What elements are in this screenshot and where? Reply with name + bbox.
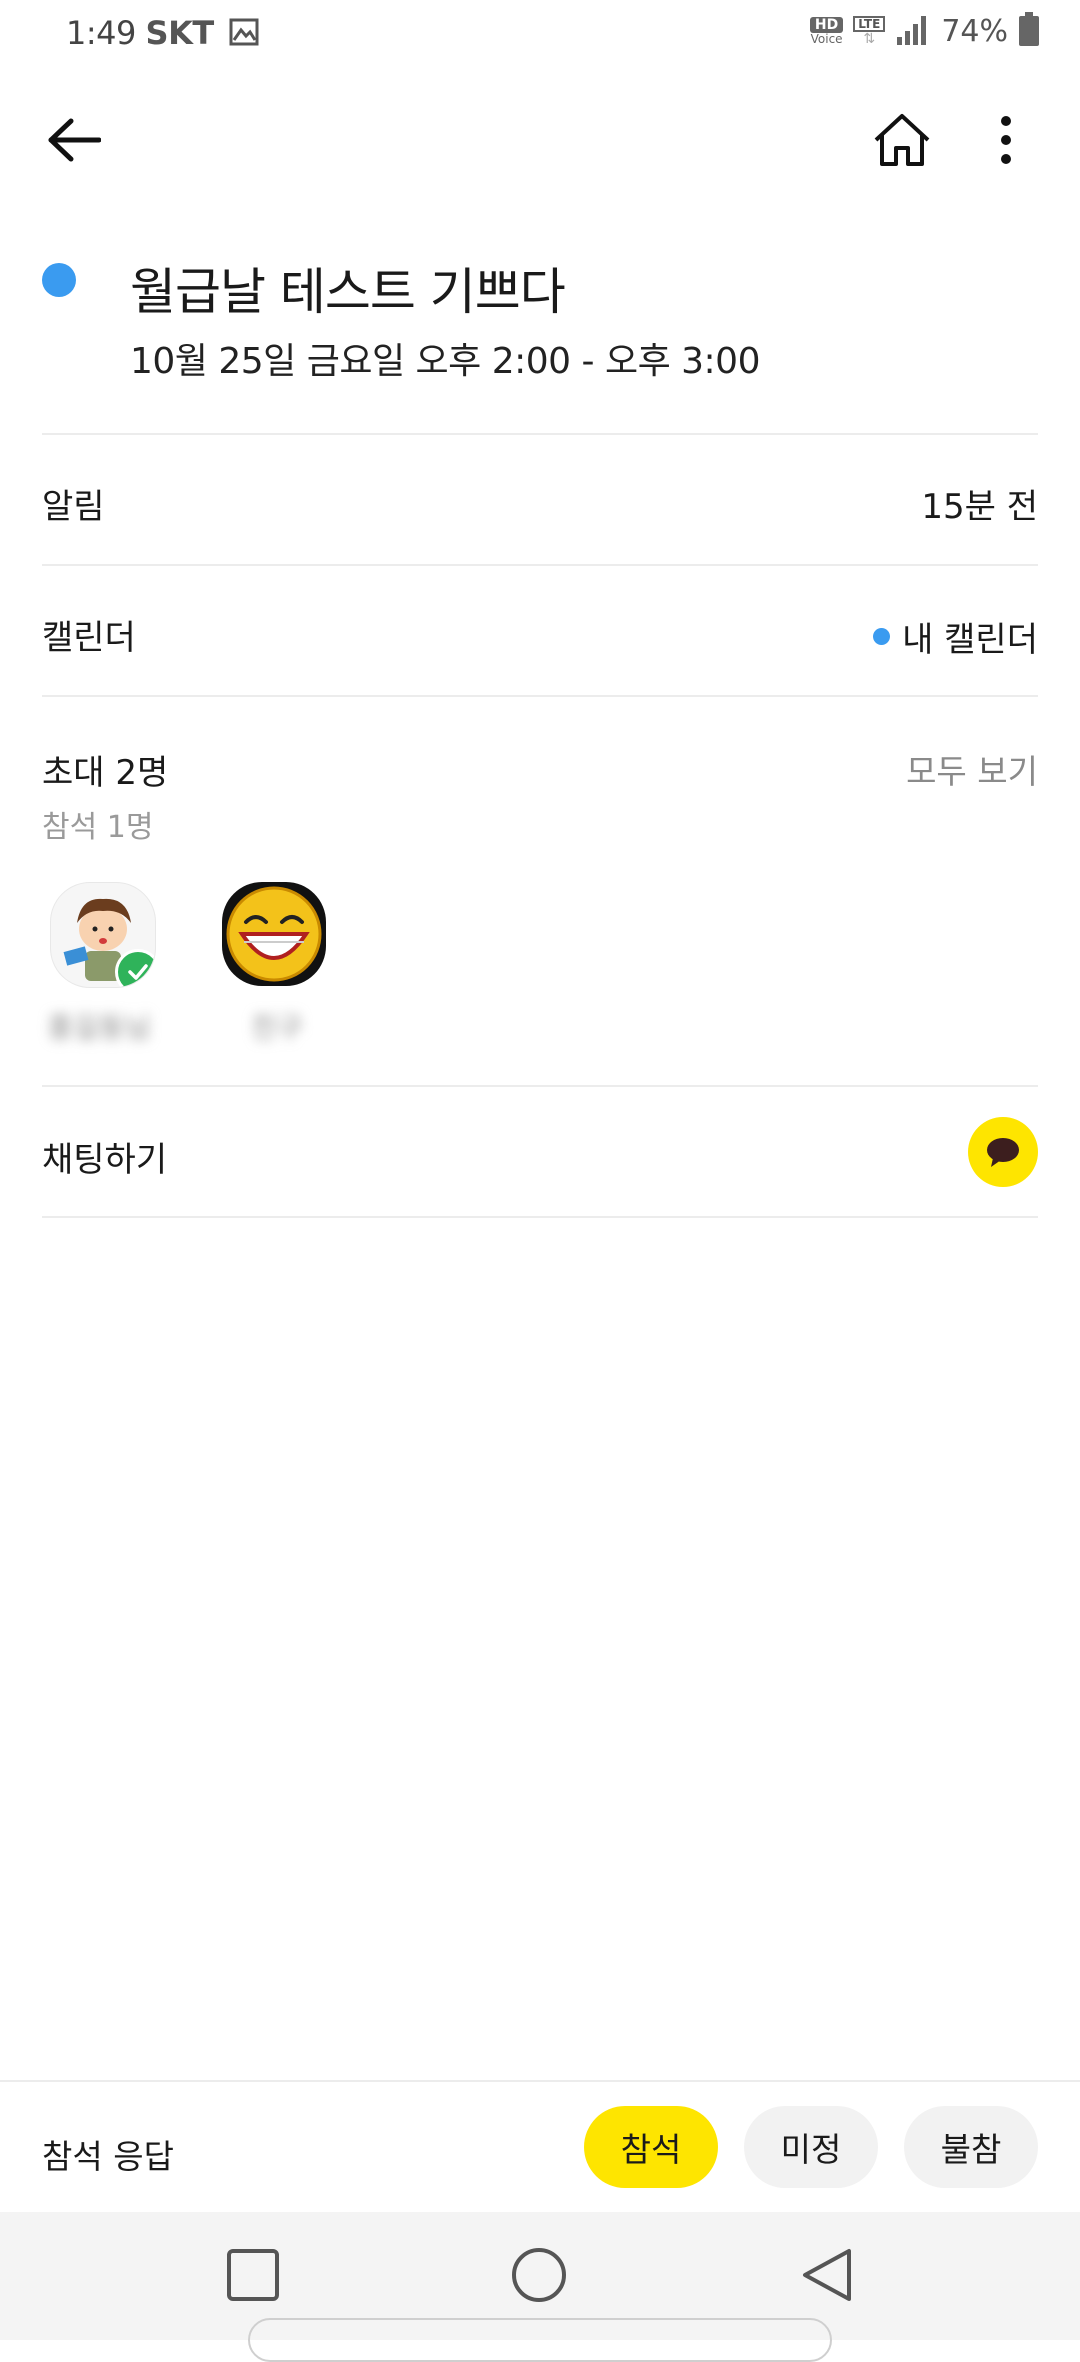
alarm-row[interactable]: 알림 15분 전	[0, 435, 1080, 563]
status-time: 1:49	[66, 14, 136, 52]
more-vertical-icon	[1001, 116, 1011, 164]
event-color-dot	[42, 263, 76, 297]
alarm-label: 알림	[42, 487, 105, 527]
arrow-left-icon	[48, 118, 101, 162]
gallery-notification-icon	[229, 16, 259, 54]
invite-title: 초대 2명	[42, 753, 169, 793]
attendee-item[interactable]	[50, 882, 160, 988]
home-button[interactable]	[862, 100, 942, 180]
avatar	[222, 882, 326, 986]
calendar-color-dot	[873, 628, 891, 645]
status-time-carrier: 1:49 SKT	[66, 14, 259, 54]
attendee-name: 홍길동님	[47, 1011, 151, 1044]
laughing-face-icon	[226, 886, 322, 982]
chat-row[interactable]: 채팅하기	[0, 1087, 1080, 1215]
status-bar: 1:49 SKT HD Voice LTE ⇅ 74%	[0, 0, 1080, 66]
circle-icon	[512, 2248, 566, 2302]
speech-bubble-icon	[987, 1138, 1019, 1167]
event-datetime: 10월 25일 금요일 오후 2:00 - 오후 3:00	[130, 341, 760, 382]
alarm-value: 15분 전	[921, 487, 1038, 527]
attending-check-icon	[115, 949, 155, 987]
voice-label: Voice	[810, 32, 843, 46]
avatar	[50, 882, 156, 988]
chat-button[interactable]	[968, 1117, 1038, 1187]
calendar-name: 내 캘린더	[902, 620, 1038, 660]
maybe-button[interactable]: 미정	[744, 2106, 878, 2188]
response-label: 참석 응답	[42, 2137, 174, 2176]
divider	[42, 1216, 1038, 1218]
lte-label: LTE	[853, 16, 886, 32]
calendar-label: 캘린더	[42, 618, 136, 658]
signal-icon	[895, 13, 931, 49]
battery-percent: 74%	[941, 13, 1008, 49]
gesture-handle[interactable]	[248, 2318, 832, 2362]
calendar-value: 내 캘린더	[873, 612, 1038, 661]
lte-icon: LTE ⇅	[853, 16, 886, 47]
chat-label: 채팅하기	[42, 1140, 168, 1180]
see-all-link[interactable]: 모두 보기	[906, 745, 1038, 793]
triangle-back-icon	[803, 2249, 851, 2301]
hd-label: HD	[809, 17, 844, 33]
recent-apps-button[interactable]	[208, 2230, 298, 2320]
system-home-button[interactable]	[494, 2230, 584, 2320]
attendee-name: 친구	[251, 1011, 303, 1044]
status-icons: HD Voice LTE ⇅ 74%	[809, 12, 1040, 50]
hd-voice-icon: HD Voice	[809, 17, 844, 46]
more-options-button[interactable]	[966, 100, 1046, 180]
attend-button[interactable]: 참석	[584, 2106, 718, 2188]
back-button[interactable]	[34, 100, 114, 180]
home-icon	[874, 114, 930, 166]
divider	[42, 695, 1038, 697]
attendee-name-container: 홍길동님	[24, 1000, 174, 1046]
attendee-name-container: 친구	[202, 1000, 352, 1046]
attendee-item[interactable]	[222, 882, 332, 986]
lte-arrows: ⇅	[863, 31, 876, 47]
status-carrier: SKT	[145, 14, 215, 52]
system-back-button[interactable]	[782, 2230, 872, 2320]
event-title: 월급날 테스트 기쁘다	[130, 263, 566, 321]
battery-icon	[1018, 12, 1040, 50]
invite-attending-count: 참석 1명	[42, 810, 154, 845]
decline-button[interactable]: 불참	[904, 2106, 1038, 2188]
square-icon	[227, 2249, 279, 2301]
